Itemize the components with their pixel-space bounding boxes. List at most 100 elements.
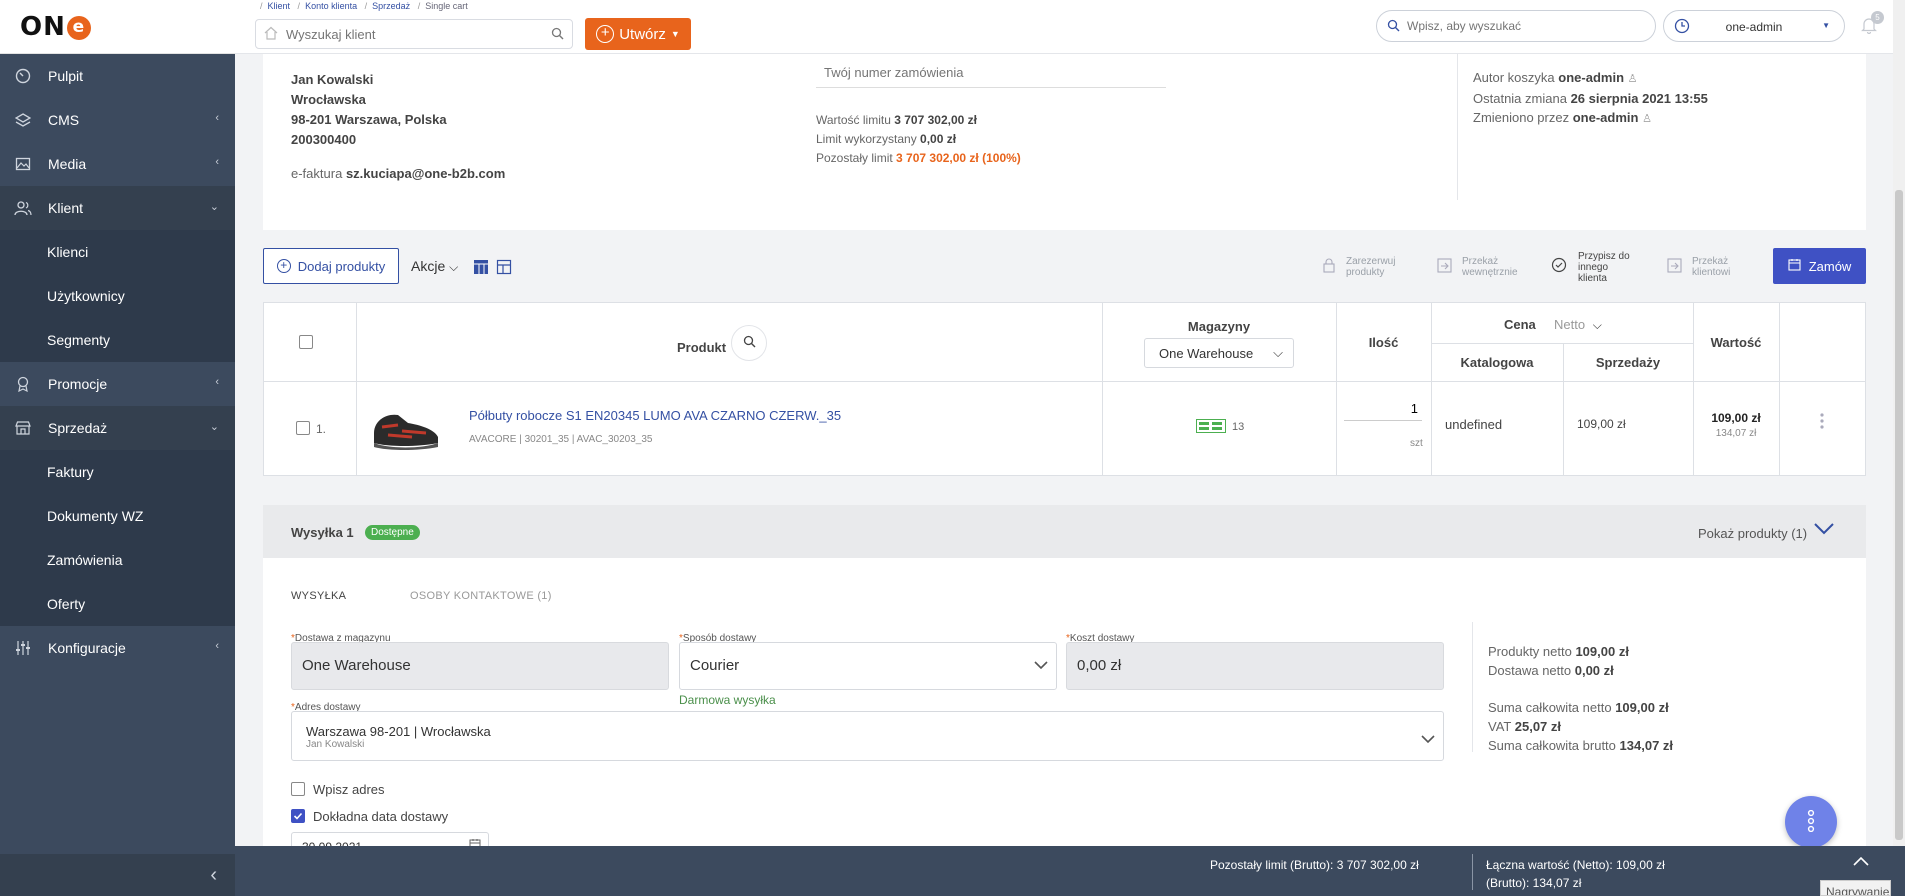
sliders-icon bbox=[14, 639, 32, 657]
sidebar-item-klient[interactable]: Klient ⌄ bbox=[0, 186, 235, 230]
sidebar: ON e Pulpit CMS ‹ Media ‹ Klient ⌄ Klienc… bbox=[0, 0, 235, 896]
add-products-button[interactable]: + Dodaj produkty bbox=[263, 248, 399, 284]
breadcrumb-konto-klienta[interactable]: Konto klienta bbox=[305, 1, 357, 11]
sidebar-item-pulpit[interactable]: Pulpit bbox=[0, 54, 235, 98]
sidebar-item-dokumenty-wz[interactable]: Dokumenty WZ bbox=[0, 494, 235, 538]
stock-count: 13 bbox=[1232, 421, 1245, 433]
shipment-title: Wysyłka 1 bbox=[291, 525, 354, 540]
show-products-link[interactable]: Pokaż produkty (1) bbox=[1698, 526, 1807, 541]
einvoice: e-faktura sz.kuciapa@one-b2b.com bbox=[291, 166, 506, 181]
calendar-icon[interactable] bbox=[469, 838, 481, 846]
more-vertical-icon[interactable] bbox=[1819, 413, 1825, 432]
calendar-icon bbox=[1788, 258, 1801, 274]
order-number-input[interactable] bbox=[816, 58, 1166, 88]
col-qty: Ilość bbox=[1368, 335, 1399, 350]
chevron-left-icon: ‹ bbox=[210, 863, 217, 886]
transfer-internal-button[interactable]: Przekaż wewnętrznie bbox=[1437, 256, 1518, 278]
delivery-cost-field: 0,00 zł bbox=[1066, 642, 1444, 690]
global-search-box bbox=[1376, 10, 1656, 42]
global-search-input[interactable] bbox=[1407, 19, 1637, 33]
delivery-address-select[interactable]: Warszawa 98-201 | Wrocławska Jan Kowalsk… bbox=[291, 711, 1444, 761]
vat: VAT 25,07 zł bbox=[1488, 719, 1562, 734]
col-price: Cena bbox=[1504, 317, 1536, 332]
footer-total-gross: (Brutto): 134,07 zł bbox=[1486, 876, 1582, 890]
scrollbar-thumb[interactable] bbox=[1895, 190, 1903, 840]
price-mode-select[interactable]: Netto ⌵ bbox=[1554, 317, 1602, 333]
sidebar-item-konfiguracje[interactable]: Konfiguracje ‹ bbox=[0, 626, 235, 670]
sidebar-item-zamowienia[interactable]: Zamówienia bbox=[0, 538, 235, 582]
breadcrumb-sprzedaz[interactable]: Sprzedaż bbox=[372, 1, 410, 11]
divider bbox=[1472, 622, 1473, 752]
collapse-sidebar-button[interactable]: ‹ bbox=[0, 854, 235, 896]
divider bbox=[1457, 54, 1458, 200]
breadcrumb-klient[interactable]: Klient bbox=[268, 1, 291, 11]
chevron-up-icon[interactable] bbox=[1853, 856, 1869, 870]
user-select[interactable]: one-admin ▼ bbox=[1663, 10, 1845, 42]
col-value: Wartość bbox=[1710, 335, 1762, 350]
chevron-down-icon[interactable] bbox=[1813, 522, 1835, 539]
logo[interactable]: ON e bbox=[20, 12, 91, 42]
quantity-input[interactable] bbox=[1344, 397, 1422, 421]
footer-remaining-limit: Pozostały limit (Brutto): 3 707 302,00 z… bbox=[1210, 858, 1419, 872]
chevron-down-icon: ⌄ bbox=[209, 421, 219, 433]
chevron-left-icon: ‹ bbox=[215, 156, 219, 168]
col-product: Produkt bbox=[677, 340, 727, 355]
chevron-left-icon: ‹ bbox=[215, 376, 219, 388]
client-search-box bbox=[255, 19, 573, 49]
sidebar-item-promocje[interactable]: Promocje ‹ bbox=[0, 362, 235, 406]
product-image[interactable] bbox=[368, 403, 442, 453]
transfer-icon bbox=[1437, 258, 1452, 276]
col-sale: Sprzedaży bbox=[1595, 355, 1661, 370]
award-icon bbox=[14, 375, 32, 393]
actions-dropdown[interactable]: Akcje ⌵ bbox=[411, 258, 458, 275]
cart-meta: Autor koszyka one-admin ♙ Ostatnia zmian… bbox=[1473, 70, 1708, 125]
sidebar-item-uzytkownicy[interactable]: Użytkownicy bbox=[0, 274, 235, 318]
image-icon bbox=[14, 155, 32, 173]
shipment-header[interactable]: Wysyłka 1 Dostępne Pokaż produkty (1) bbox=[263, 505, 1866, 558]
klient-submenu: Klienci Użytkownicy Segmenty bbox=[0, 230, 235, 362]
select-all-checkbox[interactable] bbox=[299, 335, 313, 349]
sidebar-item-faktury[interactable]: Faktury bbox=[0, 450, 235, 494]
reserve-products-button[interactable]: Zarezerwuj produkty bbox=[1323, 256, 1395, 278]
product-search-button[interactable] bbox=[731, 325, 767, 361]
chevron-down-icon: ⌵ bbox=[1592, 318, 1602, 332]
sidebar-item-media[interactable]: Media ‹ bbox=[0, 142, 235, 186]
warehouse-field: One Warehouse bbox=[291, 642, 669, 690]
tab-contacts[interactable]: OSOBY KONTAKTOWE (1) bbox=[410, 590, 552, 602]
date-input[interactable]: 30.09.2021 bbox=[291, 832, 489, 846]
warehouse-select[interactable]: One Warehouse ⌵ bbox=[1144, 338, 1294, 368]
plus-circle-icon: + bbox=[276, 259, 291, 273]
transfer-icon bbox=[1667, 258, 1682, 276]
product-codes: AVACORE | 30201_35 | AVAC_30203_35 bbox=[469, 434, 653, 445]
order-button[interactable]: Zamów bbox=[1773, 248, 1866, 284]
more-actions-fab[interactable] bbox=[1785, 796, 1837, 848]
chevron-left-icon: ‹ bbox=[215, 640, 219, 652]
table-view-icon[interactable] bbox=[473, 259, 489, 278]
transfer-client-button[interactable]: Przekaż klientowi bbox=[1667, 256, 1730, 278]
products-net: Produkty netto 109,00 zł bbox=[1488, 644, 1629, 659]
create-button[interactable]: + Utwórz ▼ bbox=[585, 18, 691, 50]
col-warehouses: Magazyny bbox=[1187, 319, 1251, 334]
chevron-down-icon bbox=[1034, 657, 1048, 674]
shipment-body: WYSYŁKA OSOBY KONTAKTOWE (1) *Dostawa z … bbox=[263, 558, 1866, 846]
client-search-input[interactable] bbox=[286, 27, 546, 42]
search-icon bbox=[743, 335, 756, 351]
row-checkbox[interactable] bbox=[296, 421, 310, 435]
sidebar-item-cms[interactable]: CMS ‹ bbox=[0, 98, 235, 142]
product-name-link[interactable]: Półbuty robocze S1 EN20345 LUMO AVA CZAR… bbox=[469, 408, 841, 423]
search-icon[interactable] bbox=[551, 27, 564, 43]
sidebar-item-klienci[interactable]: Klienci bbox=[0, 230, 235, 274]
breadcrumb-current: Single cart bbox=[425, 1, 468, 11]
home-icon bbox=[264, 26, 278, 43]
sidebar-item-segmenty[interactable]: Segmenty bbox=[0, 318, 235, 362]
grid-view-icon[interactable] bbox=[496, 259, 512, 278]
exact-date-checkbox[interactable] bbox=[291, 809, 305, 823]
sidebar-item-oferty[interactable]: Oferty bbox=[0, 582, 235, 626]
sidebar-item-sprzedaz[interactable]: Sprzedaż ⌄ bbox=[0, 406, 235, 450]
assign-client-button[interactable]: Przypisz do innego klienta bbox=[1551, 251, 1630, 284]
tab-shipping[interactable]: WYSYŁKA bbox=[291, 590, 346, 602]
enter-address-checkbox[interactable] bbox=[291, 782, 305, 796]
delivery-method-select[interactable]: Courier bbox=[679, 642, 1057, 690]
caret-down-icon: ▼ bbox=[1822, 21, 1830, 30]
sprzedaz-submenu: Faktury Dokumenty WZ Zamówienia Oferty bbox=[0, 450, 235, 626]
